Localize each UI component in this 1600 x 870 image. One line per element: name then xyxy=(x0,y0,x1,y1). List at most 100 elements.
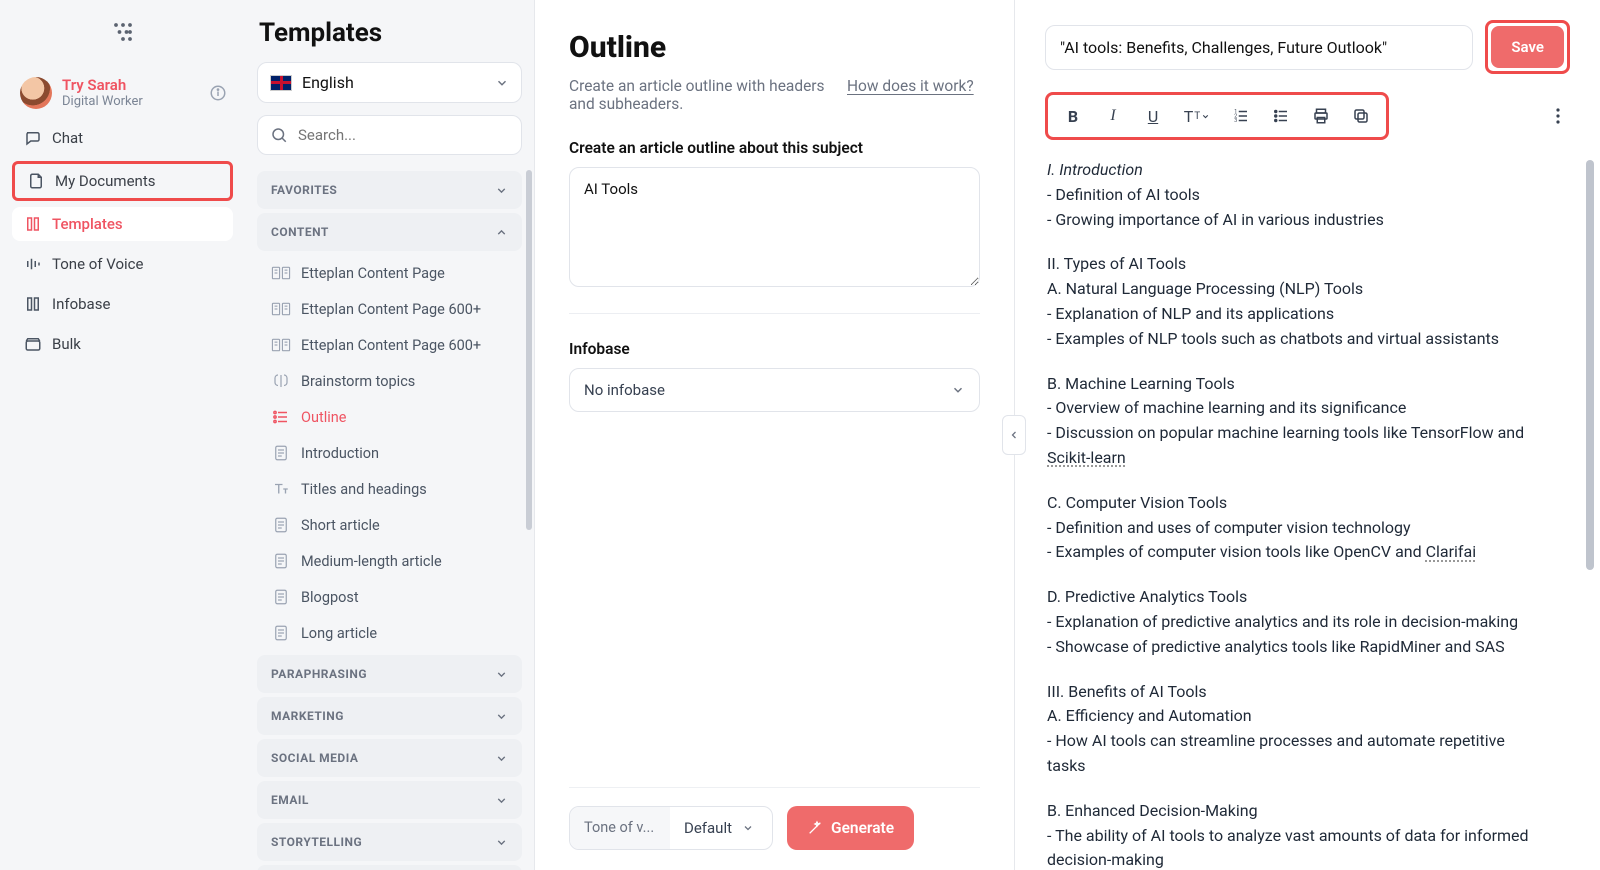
output-line: - Examples of computer vision tools like… xyxy=(1047,540,1530,565)
nav-my-documents[interactable]: My Documents xyxy=(12,161,233,201)
output-scrollbar[interactable] xyxy=(1586,160,1594,570)
template-label: Blogpost xyxy=(301,589,359,606)
category-list: FAVORITESCONTENTEtteplan Content PageEtt… xyxy=(253,167,526,870)
nav-bulk[interactable]: Bulk xyxy=(12,327,233,361)
template-item[interactable]: Etteplan Content Page 600+ xyxy=(257,327,522,363)
output-line: C. Computer Vision Tools xyxy=(1047,491,1530,516)
print-button[interactable] xyxy=(1310,105,1332,127)
output-line: - Overview of machine learning and its s… xyxy=(1047,396,1530,421)
template-label: Medium-length article xyxy=(301,553,442,570)
category-business[interactable]: BUSINESS xyxy=(257,865,522,870)
output-line: III. Benefits of AI Tools xyxy=(1047,680,1530,705)
nav-infobase[interactable]: Infobase xyxy=(12,287,233,321)
info-icon[interactable] xyxy=(209,84,227,102)
underline-button[interactable]: U xyxy=(1142,105,1164,127)
flag-icon xyxy=(270,75,292,91)
chevron-down-icon xyxy=(742,822,754,834)
user-card[interactable]: Try Sarah Digital Worker xyxy=(12,70,233,115)
category-paraphrasing[interactable]: PARAPHRASING xyxy=(257,655,522,693)
template-icon xyxy=(271,336,291,354)
category-marketing[interactable]: MARKETING xyxy=(257,697,522,735)
output-line: - Examples of NLP tools such as chatbots… xyxy=(1047,327,1530,352)
tone-label: Tone of v... xyxy=(570,807,670,849)
search-input[interactable] xyxy=(298,126,509,144)
nav-chat[interactable]: Chat xyxy=(12,121,233,155)
generate-button[interactable]: Generate xyxy=(787,806,914,850)
output-title-input[interactable] xyxy=(1045,25,1473,70)
chevron-down-icon xyxy=(495,794,508,807)
chevron-down-icon xyxy=(495,76,509,90)
infobase-select[interactable]: No infobase xyxy=(569,368,980,412)
category-storytelling[interactable]: STORYTELLING xyxy=(257,823,522,861)
output-line: A. Efficiency and Automation xyxy=(1047,704,1530,729)
more-button[interactable] xyxy=(1546,102,1570,130)
search-icon xyxy=(270,126,288,144)
output-line: - The ability of AI tools to analyze vas… xyxy=(1047,824,1530,870)
nav-label: Bulk xyxy=(52,335,81,353)
category-favorites[interactable]: FAVORITES xyxy=(257,171,522,209)
save-button[interactable]: Save xyxy=(1491,26,1564,68)
output-content[interactable]: I. Introduction- Definition of AI tools-… xyxy=(1045,150,1570,870)
template-item[interactable]: Introduction xyxy=(257,435,522,471)
template-label: Short article xyxy=(301,517,380,534)
template-label: Outline xyxy=(301,409,346,426)
output-line: - Explanation of NLP and its application… xyxy=(1047,302,1530,327)
divider xyxy=(569,313,980,314)
collapse-handle[interactable] xyxy=(1002,415,1026,455)
bullet-list-button[interactable] xyxy=(1270,105,1292,127)
nav-label: Templates xyxy=(52,215,123,233)
chevron-down-icon xyxy=(495,836,508,849)
nav-label: Chat xyxy=(52,129,83,147)
output-line: - Explanation of predictive analytics an… xyxy=(1047,610,1530,635)
chevron-up-icon xyxy=(495,226,508,239)
template-icon xyxy=(271,300,291,318)
output-line: D. Predictive Analytics Tools xyxy=(1047,585,1530,610)
formatting-toolbar: B I U TT 123 xyxy=(1045,92,1389,140)
output-panel: Save B I U TT 123 I. Introduction- Defin… xyxy=(1015,0,1600,870)
tone-select[interactable]: Tone of v... Default xyxy=(569,806,773,850)
template-item[interactable]: Short article xyxy=(257,507,522,543)
chevron-down-icon xyxy=(951,383,965,397)
bold-button[interactable]: B xyxy=(1062,105,1084,127)
italic-button[interactable]: I xyxy=(1102,105,1124,127)
template-label: Brainstorm topics xyxy=(301,373,415,390)
template-icon xyxy=(271,480,291,498)
infobase-value: No infobase xyxy=(584,381,665,399)
language-select[interactable]: English xyxy=(257,62,522,103)
copy-button[interactable] xyxy=(1350,105,1372,127)
output-line: A. Natural Language Processing (NLP) Too… xyxy=(1047,277,1530,302)
app-logo xyxy=(12,18,233,46)
nav-tone-of-voice[interactable]: Tone of Voice xyxy=(12,247,233,281)
output-line: - Definition and uses of computer vision… xyxy=(1047,516,1530,541)
template-label: Introduction xyxy=(301,445,379,462)
category-content[interactable]: CONTENT xyxy=(257,213,522,251)
template-item[interactable]: Long article xyxy=(257,615,522,651)
text-size-button[interactable]: TT xyxy=(1182,105,1212,127)
subject-input[interactable] xyxy=(569,167,980,287)
chevron-down-icon xyxy=(495,710,508,723)
template-search[interactable] xyxy=(257,115,522,155)
templates-scrollbar[interactable] xyxy=(526,170,532,530)
chevron-down-icon xyxy=(495,184,508,197)
infobase-icon xyxy=(24,295,42,313)
templates-panel: Templates English FAVORITESCONTENTEttepl… xyxy=(245,0,535,870)
bulk-icon xyxy=(24,335,42,353)
template-item[interactable]: Medium-length article xyxy=(257,543,522,579)
template-item[interactable]: Blogpost xyxy=(257,579,522,615)
template-item[interactable]: Etteplan Content Page 600+ xyxy=(257,291,522,327)
output-line: - Growing importance of AI in various in… xyxy=(1047,208,1530,233)
template-item[interactable]: Outline xyxy=(257,399,522,435)
template-item[interactable]: Titles and headings xyxy=(257,471,522,507)
template-item[interactable]: Etteplan Content Page xyxy=(257,255,522,291)
output-line: - Showcase of predictive analytics tools… xyxy=(1047,635,1530,660)
subject-label: Create an article outline about this sub… xyxy=(569,139,980,157)
template-item[interactable]: Brainstorm topics xyxy=(257,363,522,399)
category-email[interactable]: EMAIL xyxy=(257,781,522,819)
ordered-list-button[interactable]: 123 xyxy=(1230,105,1252,127)
nav-label: Tone of Voice xyxy=(52,255,143,273)
help-link[interactable]: How does it work? xyxy=(847,77,974,113)
nav-templates[interactable]: Templates xyxy=(12,207,233,241)
nav-label: My Documents xyxy=(55,172,155,190)
category-social-media[interactable]: SOCIAL MEDIA xyxy=(257,739,522,777)
svg-text:3: 3 xyxy=(1234,118,1237,124)
